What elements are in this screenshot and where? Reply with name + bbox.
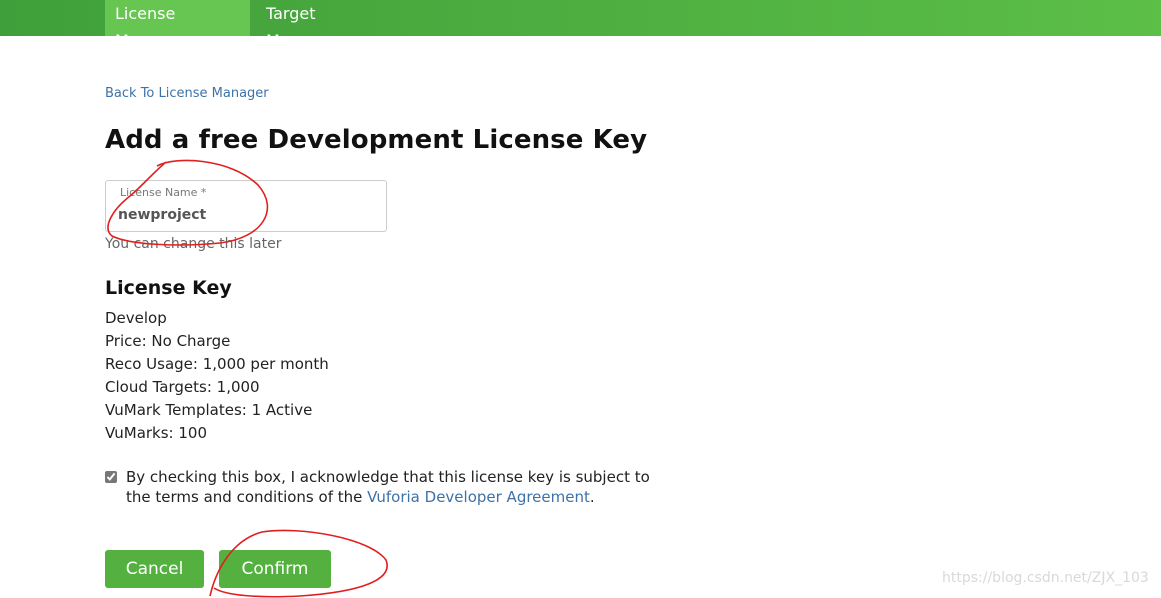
agreement-checkbox[interactable] (105, 471, 117, 483)
cancel-button[interactable]: Cancel (105, 550, 204, 588)
vuforia-developer-agreement-link[interactable]: Vuforia Developer Agreement (367, 488, 590, 506)
license-detail-item: Develop (105, 309, 167, 327)
license-name-helper-text: You can change this later (105, 236, 282, 252)
license-key-heading: License Key (105, 277, 232, 299)
license-detail-item: Cloud Targets: 1,000 (105, 378, 260, 396)
license-name-input[interactable] (118, 205, 368, 225)
agreement-text-end: . (589, 488, 595, 506)
license-detail-item: Reco Usage: 1,000 per month (105, 355, 329, 373)
tab-license-manager[interactable]: License Manager (105, 0, 250, 50)
back-to-license-manager-link[interactable]: Back To License Manager (105, 86, 269, 101)
page-title: Add a free Development License Key (105, 125, 648, 155)
license-name-label: License Name * (120, 186, 207, 199)
license-key-page: License Manager Target Manager Back To L… (0, 0, 1161, 598)
watermark-text: https://blog.csdn.net/ZJX_103 (942, 570, 1149, 586)
confirm-button[interactable]: Confirm (219, 550, 331, 588)
license-detail-item: VuMarks: 100 (105, 424, 208, 442)
tab-target-manager[interactable]: Target Manager (256, 0, 396, 50)
license-detail-item: Price: No Charge (105, 332, 231, 350)
license-detail-item: VuMark Templates: 1 Active (105, 401, 313, 419)
agreement-text: By checking this box, I acknowledge that… (126, 467, 656, 507)
license-key-details: Develop Price: No Charge Reco Usage: 1,0… (105, 308, 329, 446)
top-navigation-bar: License Manager Target Manager (0, 0, 1161, 50)
license-name-field[interactable]: License Name * (105, 180, 387, 232)
